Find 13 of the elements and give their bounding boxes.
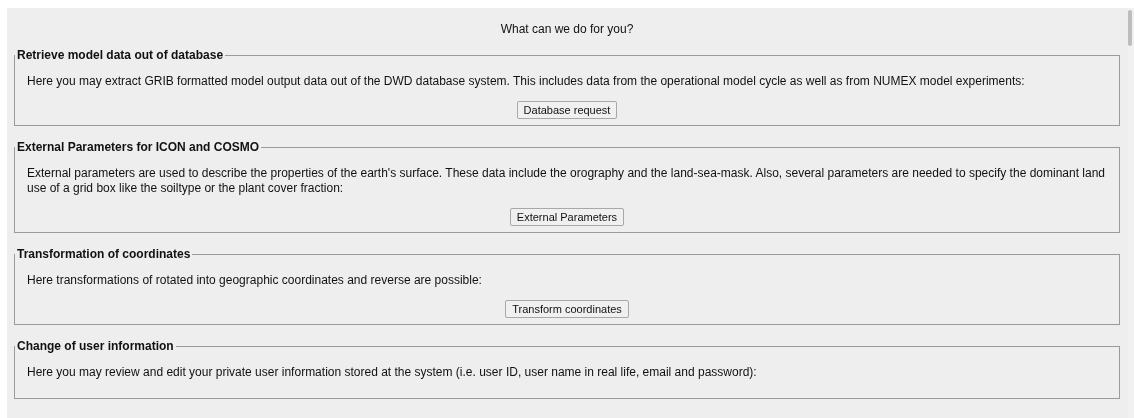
action-button[interactable]: Transform coordinates [505,300,629,318]
section-description: Here transformations of rotated into geographic coordinates and reverse are possible: [27,273,483,288]
section-description: Here you may extract GRIB formatted model output data out of the DWD database system. This includes data from the operational model cycle as well as from NUMEX model experiments: [27,74,1026,89]
action-button[interactable]: External Parameters [509,208,625,226]
section-title: Change of user information [16,339,175,353]
scrollbar[interactable] [1128,8,1134,418]
section-title: Retrieve model data out of database [16,48,225,62]
action-button[interactable]: Database request [516,101,618,119]
section-description: Here you may review and edit your private user information stored at the system (i.e. user ID, user name in real life, email and password): [27,365,758,380]
section-title: Transformation of coordinates [16,247,192,261]
page-heading: What can we do for you? [499,22,635,36]
section-description: External parameters are used to describe the properties of the earth's surface. These data include the orography and the land-sea-mask. Also, several parameters are needed to specify the dominant land use of a grid box like the soiltype or the plant cover fraction: [27,166,1107,196]
section-title: External Parameters for ICON and COSMO [16,140,261,154]
